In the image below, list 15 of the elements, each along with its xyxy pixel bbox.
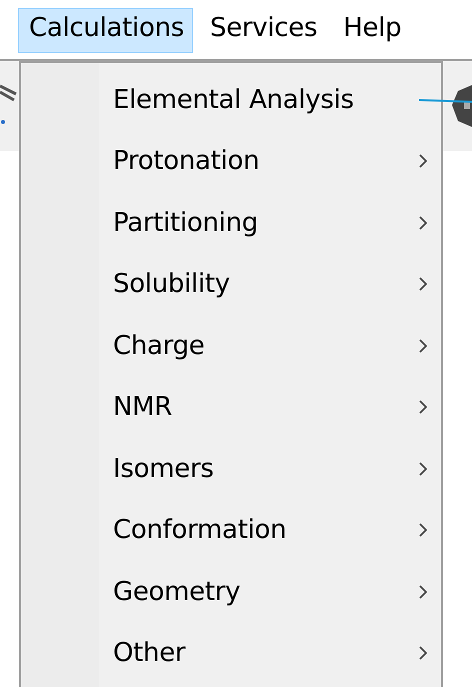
menu-title[interactable]: Calculations — [18, 8, 193, 53]
menu-title[interactable]: Services — [199, 8, 326, 53]
menu-item[interactable]: NMR — [113, 392, 419, 422]
menu-item[interactable]: Solubility — [113, 269, 419, 300]
menu-item[interactable]: Other — [113, 638, 419, 668]
menu-item[interactable]: Geometry — [113, 576, 419, 607]
menu-item[interactable]: Partitioning — [113, 208, 419, 238]
leader-line — [419, 99, 472, 103]
menu-item[interactable]: Charge — [113, 330, 419, 361]
menu-item[interactable]: Elemental Analysis — [113, 84, 427, 115]
hexagon-icon[interactable] — [450, 83, 472, 129]
menu-item[interactable]: Protonation — [113, 146, 419, 176]
menu-item[interactable]: Isomers — [113, 454, 419, 484]
menu-item[interactable]: Conformation — [113, 515, 419, 546]
menu-title[interactable]: Help — [332, 8, 410, 53]
